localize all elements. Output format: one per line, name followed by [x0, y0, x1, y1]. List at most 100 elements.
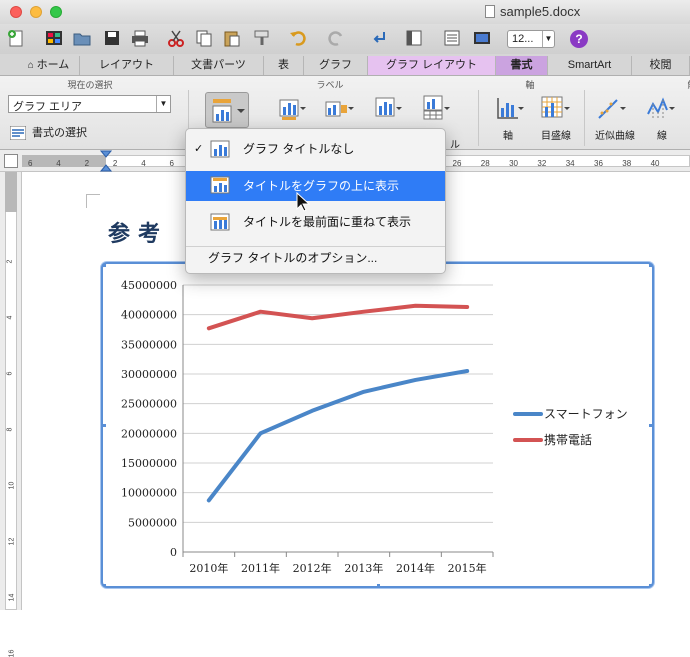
insert-break-icon[interactable] [370, 28, 390, 48]
axes-group-title: 軸 [525, 80, 535, 90]
resize-handle [649, 264, 652, 267]
axis-titles-icon[interactable] [276, 94, 306, 122]
tab-format[interactable]: 書式 [496, 56, 548, 75]
data-labels-icon[interactable] [372, 94, 402, 122]
ruler-number: 26 [452, 159, 462, 168]
vertical-ruler-number: 10 [8, 481, 16, 490]
resize-handle [103, 424, 106, 427]
copy-icon[interactable] [194, 28, 214, 48]
ruler-margin [22, 155, 106, 167]
tab-home[interactable]: ⌂ ホーム [18, 56, 80, 75]
ruler-number: 36 [594, 159, 603, 168]
cut-icon[interactable] [166, 28, 186, 48]
ruler-number: 34 [565, 159, 575, 168]
vertical-ruler-number: 16 [8, 649, 16, 657]
zoom-select[interactable]: 12... ▼ [507, 30, 555, 48]
ribbon-separator [584, 90, 585, 146]
tab-stop-selector[interactable] [4, 154, 18, 168]
window-title: sample5.docx [500, 4, 581, 19]
vertical-ruler[interactable]: 2 4 6 8 10 12 14 16 [0, 172, 22, 657]
x-tick-label: 2014年 [396, 561, 435, 575]
ruler-number: 32 [537, 159, 547, 168]
menu-item-title-overlay[interactable]: タイトルを最前面に重ねて表示 [186, 208, 445, 236]
document-icon [485, 5, 495, 18]
resize-handle [649, 584, 652, 586]
indent-marker-icon[interactable] [100, 150, 112, 172]
paste-icon[interactable] [222, 28, 242, 48]
y-tick-label: 40000000 [121, 309, 177, 322]
print-icon[interactable] [130, 28, 150, 48]
y-tick-label: 5000000 [128, 516, 177, 529]
data-table-icon[interactable] [420, 94, 450, 122]
series-point [311, 317, 313, 319]
series-point [363, 311, 365, 313]
current-selection-select[interactable]: グラフ エリア ▼ [8, 95, 171, 113]
ribbon-tabs: ⌂ ホーム レイアウト 文書パーツ 表 グラフ グラフ レイアウト 書式 Sma… [0, 54, 690, 76]
ruler-number: 30 [509, 159, 518, 168]
tab-chart[interactable]: グラフ [304, 56, 368, 75]
menu-item-title-options[interactable]: グラフ タイトルのオプション... [208, 249, 377, 266]
series-point [208, 327, 210, 329]
menu-item-no-title[interactable]: ✓ グラフ タイトルなし [186, 135, 445, 163]
view-icon[interactable] [442, 28, 462, 48]
resize-handle [377, 584, 380, 586]
tab-chart-layout[interactable]: グラフ レイアウト [368, 56, 496, 75]
format-selection-button[interactable]: 書式の選択 [10, 124, 87, 141]
x-tick-label: 2010年 [189, 561, 228, 575]
series-point [260, 311, 261, 313]
tab-table[interactable]: 表 [264, 56, 304, 75]
ruler-number: 2 [84, 159, 90, 168]
redo-icon[interactable] [326, 28, 346, 48]
resize-handle [103, 584, 106, 586]
sidebar-toggle-icon[interactable] [404, 28, 424, 48]
ruler-number: 6 [28, 159, 33, 168]
chart-no-title-icon [210, 140, 230, 158]
y-tick-label: 15000000 [121, 457, 177, 470]
menu-item-title-above-chart[interactable]: タイトルをグラフの上に表示 [186, 171, 445, 201]
y-tick-label: 25000000 [121, 398, 177, 411]
series-point [311, 410, 313, 412]
y-tick-label: 35000000 [121, 338, 177, 351]
chart-area[interactable]: 0 5000000 10000000 15000000 20000000 25000000… [101, 262, 654, 588]
series-point [466, 306, 468, 308]
tab-review[interactable]: 校閲 [632, 56, 690, 75]
help-button[interactable]: ? [570, 30, 588, 48]
chevron-down-icon[interactable]: ▼ [542, 31, 554, 47]
current-selection-group-title: 現在の選択 [67, 80, 113, 90]
y-tick-label: 20000000 [121, 427, 177, 440]
ruler-number: 6 [169, 159, 174, 168]
trendline-label: 近似曲線 [595, 131, 635, 142]
media-browser-icon[interactable] [472, 28, 492, 48]
open-folder-icon[interactable] [72, 28, 92, 48]
tab-smartart[interactable]: SmartArt [548, 56, 632, 75]
document-heading[interactable]: 参考 [108, 216, 168, 248]
series-line-2 [206, 303, 470, 331]
undo-icon[interactable] [288, 28, 308, 48]
tab-layout[interactable]: レイアウト [80, 56, 174, 75]
format-painter-icon[interactable] [252, 28, 272, 48]
y-tick-label: 45000000 [121, 279, 177, 292]
new-document-icon[interactable] [6, 28, 26, 48]
series-point [363, 391, 365, 393]
chevron-down-icon[interactable]: ▼ [156, 96, 170, 112]
vertical-ruler-number: 4 [6, 315, 14, 320]
ribbon-separator [478, 90, 479, 146]
vertical-ruler-number: 2 [6, 259, 14, 264]
minimize-window-button[interactable] [30, 6, 42, 18]
chart-title-button[interactable] [205, 92, 249, 128]
series-point [415, 305, 416, 307]
trendline-icon[interactable] [596, 94, 626, 122]
chart-title-overlay-icon [210, 213, 230, 231]
legend-icon[interactable] [324, 94, 354, 122]
line-chart[interactable]: 0 5000000 10000000 15000000 20000000 25000000… [103, 264, 652, 586]
vertical-ruler-number: 14 [8, 593, 16, 602]
save-icon[interactable] [102, 28, 122, 48]
tab-document-parts[interactable]: 文書パーツ [174, 56, 264, 75]
axes-icon[interactable] [494, 94, 524, 122]
templates-icon[interactable] [44, 28, 64, 48]
zoom-window-button[interactable] [50, 6, 62, 18]
gridlines-icon[interactable] [540, 94, 570, 122]
ruler-number: 28 [480, 159, 490, 168]
close-window-button[interactable] [10, 6, 22, 18]
lines-icon[interactable] [645, 94, 675, 122]
